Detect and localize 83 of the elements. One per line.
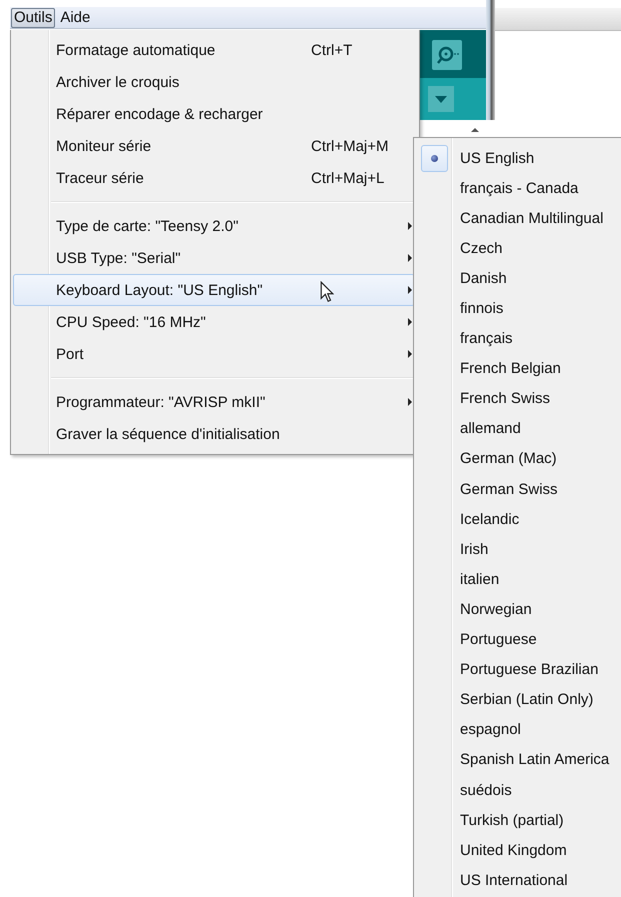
menu-item-label: USB Type: "Serial" xyxy=(56,250,181,266)
menu-item-label: Type de carte: "Teensy 2.0" xyxy=(56,218,238,234)
mouse-pointer-icon xyxy=(320,281,334,303)
shortcut-label: Ctrl+T xyxy=(311,42,352,58)
menu-item-label: français - Canada xyxy=(460,180,578,197)
menu-item[interactable]: français xyxy=(416,324,621,354)
shortcut-label: Ctrl+Maj+L xyxy=(311,170,384,186)
menu-item-label: Spanish Latin America xyxy=(460,751,610,768)
menu-item[interactable]: United Kingdom xyxy=(416,835,621,866)
menu-item[interactable]: Réparer encodage & recharger xyxy=(13,98,415,130)
scroll-up-icon[interactable] xyxy=(470,126,480,134)
menu-item-label: Czech xyxy=(460,240,503,257)
menu-item[interactable]: Port xyxy=(13,338,415,370)
menu-item[interactable]: Type de carte: "Teensy 2.0" xyxy=(13,210,415,242)
menu-item-label: Programmateur: "AVRISP mkII" xyxy=(56,394,266,410)
menu-item[interactable]: italien xyxy=(416,564,621,594)
menu-item-label: allemand xyxy=(460,420,521,438)
menu-item-label: Serbian (Latin Only) xyxy=(460,691,594,708)
menu-item-label: Keyboard Layout: "US English" xyxy=(56,282,263,298)
menu-item[interactable]: Portuguese Brazilian xyxy=(416,654,621,685)
menu-item-label: Norwegian xyxy=(460,600,532,618)
menu-bar-item[interactable]: Aide xyxy=(57,8,94,28)
menu-item[interactable]: Icelandic xyxy=(416,504,621,534)
menu-item-label: Icelandic xyxy=(460,510,520,528)
menu-item-label: Port xyxy=(56,346,84,362)
menu-item-label: italien xyxy=(460,570,500,588)
menu-item[interactable]: Serbian (Latin Only) xyxy=(416,684,621,715)
menu-item[interactable]: French Belgian xyxy=(416,354,621,384)
menu-item-label: Canadian Multilingual xyxy=(460,210,604,227)
serial-monitor-icon[interactable] xyxy=(432,40,462,70)
shortcut-label: Ctrl+Maj+M xyxy=(311,138,389,154)
menu-item-label: French Belgian xyxy=(460,360,561,378)
menu-item-label: Moniteur série xyxy=(56,138,152,154)
menu-item-label: CPU Speed: "16 MHz" xyxy=(56,314,206,330)
menu-item-label: US English xyxy=(460,150,534,167)
menu-item-label: Graver la séquence d'initialisation xyxy=(56,426,280,442)
menu-item-label: German Swiss xyxy=(460,480,558,498)
menu-item[interactable]: Irish xyxy=(416,534,621,564)
menu-item-label: français xyxy=(460,330,513,348)
menu-item[interactable]: Programmateur: "AVRISP mkII" xyxy=(13,386,415,418)
menu-item[interactable]: Archiver le croquis xyxy=(13,66,415,98)
menu-item[interactable]: Turkish (partial) xyxy=(416,805,621,836)
menu-item-label: Portuguese xyxy=(460,631,537,648)
menu-item-label: Réparer encodage & recharger xyxy=(56,106,263,122)
menu-item-label: finnois xyxy=(460,300,504,318)
menu-item-label: suédois xyxy=(460,782,512,799)
menu-item[interactable]: USB Type: "Serial" xyxy=(13,242,415,274)
menu-item-label: Archiver le croquis xyxy=(56,74,180,90)
menu-item[interactable]: Graver la séquence d'initialisation xyxy=(13,418,415,450)
menu-item[interactable]: finnois xyxy=(416,293,621,324)
menu-bar-item[interactable]: Outils xyxy=(11,8,56,28)
menu-item[interactable]: français - Canada xyxy=(416,173,621,204)
menu-item[interactable]: espagnol xyxy=(416,714,621,745)
menu-item[interactable]: CPU Speed: "16 MHz" xyxy=(13,306,415,338)
menu-item[interactable]: Formatage automatique Ctrl+T xyxy=(13,34,415,66)
menu-item[interactable]: US English xyxy=(416,143,621,174)
menu-item[interactable]: allemand xyxy=(416,414,621,444)
menu-item-label: Traceur série xyxy=(56,170,144,186)
menu-item[interactable]: Portuguese xyxy=(416,624,621,655)
menu-item-label: Danish xyxy=(460,270,507,287)
menu-item[interactable]: Danish xyxy=(416,263,621,294)
menu-item-label: German (Mac) xyxy=(460,450,557,468)
menu-item[interactable]: German (Mac) xyxy=(416,444,621,474)
menu-item[interactable]: US International xyxy=(416,865,621,896)
menu-item-label: Portuguese Brazilian xyxy=(460,661,598,678)
menu-item[interactable]: Norwegian xyxy=(416,594,621,624)
menu-item-label: espagnol xyxy=(460,721,521,738)
menu-item[interactable]: Canadian Multilingual xyxy=(416,203,621,234)
menu-item[interactable]: French Swiss xyxy=(416,384,621,414)
menu-item[interactable]: Spanish Latin America xyxy=(416,744,621,775)
menu-item-label: Irish xyxy=(460,540,488,558)
menu-item-label: United Kingdom xyxy=(460,842,567,859)
menu-item-label: Turkish (partial) xyxy=(460,812,564,829)
menu-item[interactable]: Keyboard Layout: "US English" xyxy=(13,274,415,306)
menu-item-label: Formatage automatique xyxy=(56,42,216,58)
menu-item[interactable]: suédois xyxy=(416,774,621,806)
menu-item-label: US International xyxy=(460,872,568,889)
menu-item[interactable]: German Swiss xyxy=(416,474,621,504)
menu-item-label: French Swiss xyxy=(460,390,550,408)
menu-item[interactable]: Traceur série Ctrl+Maj+L xyxy=(13,162,415,194)
dropdown-icon[interactable] xyxy=(428,86,454,112)
menu-item[interactable]: Czech xyxy=(416,233,621,264)
menu-item[interactable]: Moniteur série Ctrl+Maj+M xyxy=(13,130,415,162)
